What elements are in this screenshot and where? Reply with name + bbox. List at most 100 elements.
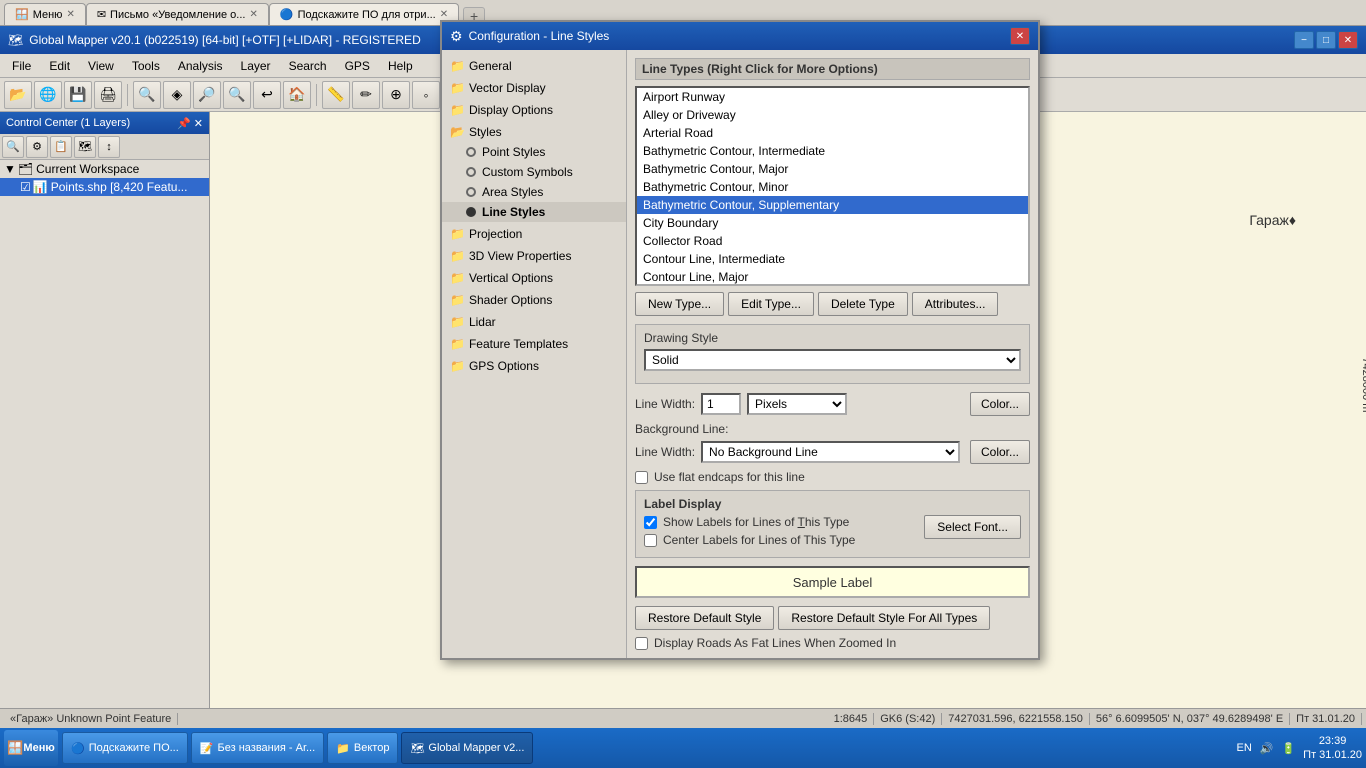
bg-width-select[interactable]: No Background Line 1 2 bbox=[701, 441, 960, 463]
folder-open-icon: 📂 bbox=[450, 125, 465, 139]
sample-label-box: Sample Label bbox=[635, 566, 1030, 598]
nav-line-styles-label: Line Styles bbox=[482, 205, 545, 219]
drawing-style-section: Drawing Style Solid Dashed Dotted bbox=[635, 324, 1030, 384]
flat-endcaps-checkbox[interactable] bbox=[635, 471, 648, 484]
dialog-nav: 📁 General 📁 Vector Display 📁 Di bbox=[442, 50, 627, 658]
nav-shader-header[interactable]: 📁 Shader Options bbox=[442, 290, 626, 310]
background-line-section: Background Line: Line Width: No Backgrou… bbox=[635, 422, 1030, 464]
taskbar-mapper-icon: 🗺 bbox=[410, 742, 424, 755]
nav-feature-header[interactable]: 📁 Feature Templates bbox=[442, 334, 626, 354]
background-line-title: Background Line: bbox=[635, 422, 1030, 436]
list-alley-driveway[interactable]: Alley or Driveway bbox=[637, 106, 1028, 124]
bg-color-button[interactable]: Color... bbox=[970, 440, 1030, 464]
nav-projection-label: Projection bbox=[469, 227, 522, 241]
drawing-style-select[interactable]: Solid Dashed Dotted bbox=[644, 349, 1021, 371]
nav-general-header[interactable]: 📁 General bbox=[442, 56, 626, 76]
clock-date: Пт 31.01.20 bbox=[1303, 748, 1362, 762]
drawing-style-row: Solid Dashed Dotted bbox=[644, 349, 1021, 371]
label-checkboxes: Show Labels for Lines of This Type Cente… bbox=[644, 515, 855, 551]
dialog-body: 📁 General 📁 Vector Display 📁 Di bbox=[442, 50, 1038, 658]
delete-type-button[interactable]: Delete Type bbox=[818, 292, 908, 316]
folder-closed-icon: 📁 bbox=[450, 59, 465, 73]
line-width-input[interactable] bbox=[701, 393, 741, 415]
clock-time: 23:39 bbox=[1303, 734, 1362, 748]
nav-vertical-options: 📁 Vertical Options bbox=[442, 268, 626, 288]
nav-gps-header[interactable]: 📁 GPS Options bbox=[442, 356, 626, 376]
taskbar-app-mapper[interactable]: 🗺 Global Mapper v2... bbox=[401, 732, 533, 764]
nav-vector-header[interactable]: 📁 Vector Display bbox=[442, 78, 626, 98]
dialog-close-button[interactable]: ✕ bbox=[1010, 27, 1030, 45]
nav-feature-label: Feature Templates bbox=[469, 337, 568, 351]
line-types-buttons: New Type... Edit Type... Delete Type Att… bbox=[635, 292, 1030, 316]
folder-closed-icon3: 📁 bbox=[450, 103, 465, 117]
nav-area-styles[interactable]: Area Styles bbox=[442, 182, 626, 202]
flat-endcaps-row: Use flat endcaps for this line bbox=[635, 470, 1030, 484]
nav-lidar: 📁 Lidar bbox=[442, 312, 626, 332]
list-contour-intermediate[interactable]: Contour Line, Intermediate bbox=[637, 250, 1028, 268]
nav-line-styles[interactable]: Line Styles bbox=[442, 202, 626, 222]
start-button[interactable]: 🪟 Меню bbox=[4, 730, 58, 766]
center-labels-row: Center Labels for Lines of This Type bbox=[644, 533, 855, 547]
nav-lidar-header[interactable]: 📁 Lidar bbox=[442, 312, 626, 332]
show-labels-checkbox[interactable] bbox=[644, 516, 657, 529]
nav-point-styles[interactable]: Point Styles bbox=[442, 142, 626, 162]
nav-styles-label: Styles bbox=[469, 125, 502, 139]
edit-type-button[interactable]: Edit Type... bbox=[728, 292, 814, 316]
select-font-button[interactable]: Select Font... bbox=[924, 515, 1021, 539]
list-bathy-minor[interactable]: Bathymetric Contour, Minor bbox=[637, 178, 1028, 196]
line-types-section-title: Line Types (Right Click for More Options… bbox=[635, 58, 1030, 80]
line-color-button[interactable]: Color... bbox=[970, 392, 1030, 416]
nav-vertical-header[interactable]: 📁 Vertical Options bbox=[442, 268, 626, 288]
list-bathy-supplementary[interactable]: Bathymetric Contour, Supplementary bbox=[637, 196, 1028, 214]
line-width-unit-select[interactable]: Pixels Points bbox=[747, 393, 847, 415]
folder-3d-icon: 📁 bbox=[450, 249, 465, 263]
list-contour-major[interactable]: Contour Line, Major bbox=[637, 268, 1028, 286]
restore-default-button[interactable]: Restore Default Style bbox=[635, 606, 774, 630]
taskbar-battery-icon: 🔋 bbox=[1281, 742, 1295, 755]
line-types-list[interactable]: Airport Runway Alley or Driveway Arteria… bbox=[635, 86, 1030, 286]
center-labels-checkbox[interactable] bbox=[644, 534, 657, 547]
show-labels-row: Show Labels for Lines of This Type bbox=[644, 515, 855, 529]
list-arterial-road[interactable]: Arterial Road bbox=[637, 124, 1028, 142]
list-collector-road[interactable]: Collector Road bbox=[637, 232, 1028, 250]
radio-point-styles bbox=[466, 147, 476, 157]
nav-point-styles-label: Point Styles bbox=[482, 145, 545, 159]
nav-styles-header[interactable]: 📂 Styles bbox=[442, 122, 626, 142]
sample-label-text: Sample Label bbox=[793, 575, 873, 590]
display-roads-checkbox[interactable] bbox=[635, 637, 648, 650]
taskbar-app-word[interactable]: 📝 Без названия - Ar... bbox=[191, 732, 324, 764]
show-labels-label: Show Labels for Lines of This Type bbox=[663, 515, 849, 529]
list-airport-runway[interactable]: Airport Runway bbox=[637, 88, 1028, 106]
list-bathy-intermediate[interactable]: Bathymetric Contour, Intermediate bbox=[637, 142, 1028, 160]
taskbar-sound-icon: 🔊 bbox=[1260, 742, 1274, 755]
attributes-button[interactable]: Attributes... bbox=[912, 292, 999, 316]
line-width-row: Line Width: Pixels Points Color... bbox=[635, 392, 1030, 416]
radio-custom-symbols bbox=[466, 167, 476, 177]
new-type-button[interactable]: New Type... bbox=[635, 292, 724, 316]
nav-gps-label: GPS Options bbox=[469, 359, 539, 373]
folder-feature-icon: 📁 bbox=[450, 337, 465, 351]
start-label: Меню bbox=[23, 742, 54, 754]
nav-3d-view-label: 3D View Properties bbox=[469, 249, 572, 263]
folder-shader-icon: 📁 bbox=[450, 293, 465, 307]
restore-buttons-row: Restore Default Style Restore Default St… bbox=[635, 606, 1030, 630]
nav-feature-templates: 📁 Feature Templates bbox=[442, 334, 626, 354]
taskbar-app-files[interactable]: 📁 Вектор bbox=[327, 732, 398, 764]
restore-all-button[interactable]: Restore Default Style For All Types bbox=[778, 606, 990, 630]
start-icon: 🪟 bbox=[7, 740, 23, 756]
taskbar-app-forum[interactable]: 🔵 Подскажите ПО... bbox=[62, 732, 188, 764]
display-roads-label: Display Roads As Fat Lines When Zoomed I… bbox=[654, 636, 896, 650]
taskbar-clock: 23:39 Пт 31.01.20 bbox=[1303, 734, 1362, 763]
nav-projection-header[interactable]: 📁 Projection bbox=[442, 224, 626, 244]
list-bathy-major[interactable]: Bathymetric Contour, Major bbox=[637, 160, 1028, 178]
list-city-boundary[interactable]: City Boundary bbox=[637, 214, 1028, 232]
nav-general: 📁 General bbox=[442, 56, 626, 76]
drawing-style-label: Drawing Style bbox=[644, 331, 1021, 345]
taskbar-word-icon: 📝 bbox=[200, 742, 214, 755]
nav-3d-view-header[interactable]: 📁 3D View Properties bbox=[442, 246, 626, 266]
nav-custom-symbols[interactable]: Custom Symbols bbox=[442, 162, 626, 182]
taskbar-right: EN 🔊 🔋 23:39 Пт 31.01.20 bbox=[1236, 734, 1362, 763]
nav-display-options-header[interactable]: 📁 Display Options bbox=[442, 100, 626, 120]
line-width-label: Line Width: bbox=[635, 397, 695, 411]
nav-shader-label: Shader Options bbox=[469, 293, 552, 307]
